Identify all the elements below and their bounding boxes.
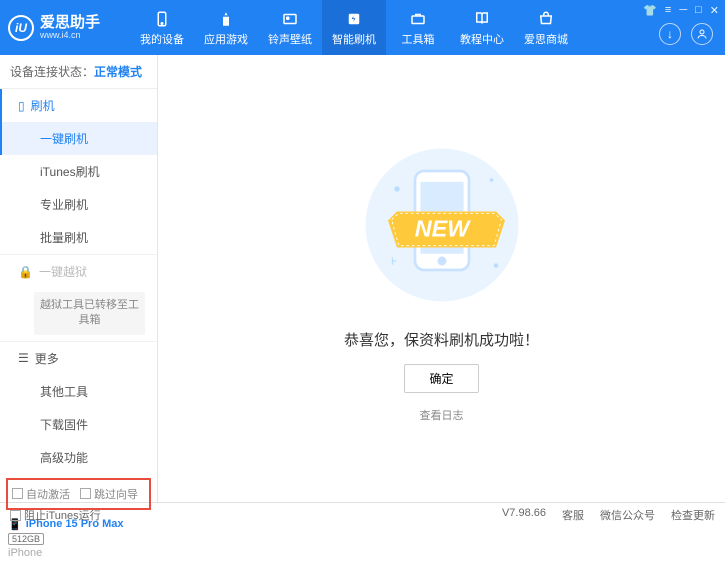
logo: iU 爱思助手 www.i4.cn [8,15,100,41]
footer-support[interactable]: 客服 [562,507,584,523]
phone-small-icon: ▯ [18,99,25,113]
jailbreak-notice: 越狱工具已转移至工具箱 [34,292,145,335]
skin-icon[interactable]: 👕 [643,4,657,17]
checkbox-auto-activate[interactable]: 自动激活 [12,486,70,502]
storage-badge: 512GB [8,533,44,545]
header-actions: ↓ [659,23,713,45]
download-icon[interactable]: ↓ [659,23,681,45]
app-header: iU 爱思助手 www.i4.cn 我的设备 应用游戏 铃声壁纸 智能刷机 工具… [0,0,725,55]
user-icon[interactable] [691,23,713,45]
sidebar-item-oneclick-flash[interactable]: 一键刷机 [0,122,157,155]
success-message: 恭喜您，保资料刷机成功啦！ [344,329,539,350]
app-url: www.i4.cn [40,30,100,40]
book-icon [472,9,492,29]
svg-text:NEW: NEW [414,215,470,241]
footer-update[interactable]: 检查更新 [671,507,715,523]
device-type: iPhone [8,547,149,559]
activation-options: 自动激活 跳过向导 [6,478,151,510]
minimize-icon[interactable]: ─ [679,4,687,17]
close-icon[interactable]: ✕ [710,4,719,17]
connection-status: 设备连接状态：正常模式 [0,55,157,89]
menu-icon[interactable]: ≡ [665,4,671,17]
footer-wechat[interactable]: 微信公众号 [600,507,655,523]
toolbox-icon [408,9,428,29]
version-label: V7.98.66 [502,507,546,523]
nav-flash[interactable]: 智能刷机 [322,0,386,55]
sidebar-item-itunes-flash[interactable]: iTunes刷机 [0,155,157,188]
top-nav: 我的设备 应用游戏 铃声壁纸 智能刷机 工具箱 教程中心 爱思商城 [130,0,578,55]
sidebar-item-batch-flash[interactable]: 批量刷机 [0,221,157,254]
nav-my-device[interactable]: 我的设备 [130,0,194,55]
sidebar-item-download-firmware[interactable]: 下载固件 [0,408,157,441]
success-illustration: NEW [352,135,532,315]
main-content: NEW 恭喜您，保资料刷机成功啦！ 确定 查看日志 [158,55,725,502]
window-controls: 👕 ≡ ─ □ ✕ [643,4,719,17]
sidebar: 设备连接状态：正常模式 ▯ 刷机 一键刷机 iTunes刷机 专业刷机 批量刷机… [0,55,158,502]
view-log-link[interactable]: 查看日志 [420,407,464,423]
store-icon [536,9,556,29]
nav-store[interactable]: 爱思商城 [514,0,578,55]
nav-ringtone[interactable]: 铃声壁纸 [258,0,322,55]
phone-icon [152,9,172,29]
sidebar-section-more[interactable]: ☰ 更多 [0,342,157,375]
sidebar-item-other-tools[interactable]: 其他工具 [0,375,157,408]
nav-apps[interactable]: 应用游戏 [194,0,258,55]
app-name: 爱思助手 [40,15,100,30]
sidebar-item-advanced[interactable]: 高级功能 [0,441,157,474]
nav-toolbox[interactable]: 工具箱 [386,0,450,55]
image-icon [280,9,300,29]
flash-icon [344,9,364,29]
lock-icon: 🔒 [18,265,33,279]
sidebar-section-flash[interactable]: ▯ 刷机 [0,89,157,122]
sidebar-item-pro-flash[interactable]: 专业刷机 [0,188,157,221]
logo-icon: iU [8,15,34,41]
apps-icon [216,9,236,29]
ok-button[interactable]: 确定 [404,364,478,393]
checkbox-skip-guide[interactable]: 跳过向导 [80,486,138,502]
sidebar-section-jailbreak: 🔒 一键越狱 [0,255,157,288]
list-icon: ☰ [18,351,29,365]
checkbox-block-itunes[interactable]: 阻止iTunes运行 [10,507,101,523]
nav-tutorial[interactable]: 教程中心 [450,0,514,55]
maximize-icon[interactable]: □ [695,4,702,17]
